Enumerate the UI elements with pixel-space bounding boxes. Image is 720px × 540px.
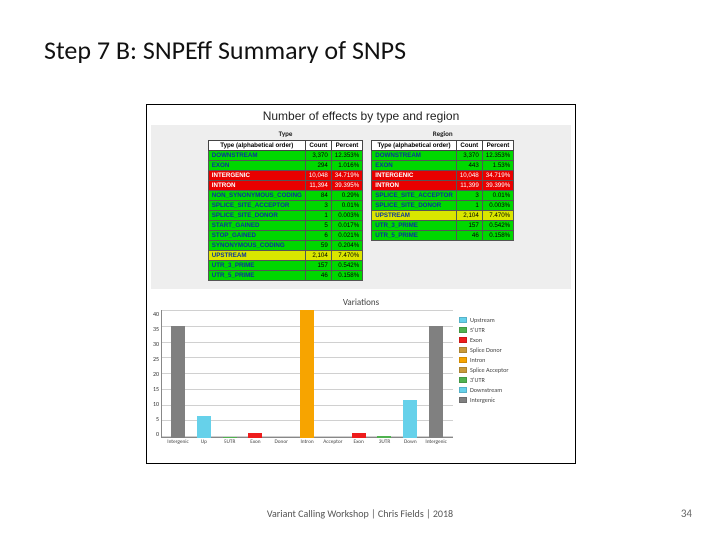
legend-label: Intron <box>470 356 485 364</box>
table-row: EXON2941.016% <box>208 161 362 171</box>
legend-item: Intron <box>459 356 569 364</box>
chart-bar <box>352 433 366 438</box>
plot-area: IntergenicUp5UTRExonDonorIntronAcceptorE… <box>161 310 453 450</box>
bars <box>165 310 449 438</box>
snpeff-panel: Number of effects by type and region Typ… <box>146 104 576 464</box>
table-row: UPSTREAM2,1047.470% <box>208 251 362 261</box>
legend-label: Downstream <box>470 386 502 394</box>
legend-swatch <box>459 377 467 383</box>
table-row: INTRON11,39939.399% <box>372 181 514 191</box>
column-header: Percent <box>331 141 362 151</box>
table-row: UPSTREAM2,1047.470% <box>372 211 514 221</box>
type-table: Type (alphabetical order)CountPercentDOW… <box>208 140 363 281</box>
column-header: Count <box>456 141 482 151</box>
table-row: START_GAINED50.017% <box>208 221 362 231</box>
table-row: NON_SYNONYMOUS_CODING840.29% <box>208 191 362 201</box>
slide-footer: Variant Calling Workshop | Chris Fields … <box>0 507 720 520</box>
chart-bar <box>248 433 262 438</box>
legend-label: Exon <box>470 336 482 344</box>
tables-panel: Type Type (alphabetical order)CountPerce… <box>151 125 571 289</box>
x-axis-labels: IntergenicUp5UTRExonDonorIntronAcceptorE… <box>165 439 449 450</box>
type-column-caption: Type <box>208 129 363 140</box>
table-row: UTR_5_PRIME460.158% <box>208 271 362 281</box>
table-row: STOP_GAINED60.021% <box>208 231 362 241</box>
type-table-wrapper: Type Type (alphabetical order)CountPerce… <box>208 129 363 281</box>
column-header: Count <box>305 141 331 151</box>
legend-item: Downstream <box>459 386 569 394</box>
chart-legend: Upstream 5'UTR Exon Splice Donor Intron Splic… <box>453 310 569 450</box>
table-row: INTERGENIC10,04834.719% <box>372 171 514 181</box>
region-table: Type (alphabetical order)CountPercentDOW… <box>371 140 514 241</box>
legend-label: Splice Acceptor <box>470 366 509 374</box>
region-table-wrapper: Region Type (alphabetical order)CountPer… <box>371 129 514 281</box>
legend-swatch <box>459 367 467 373</box>
legend-swatch <box>459 337 467 343</box>
chart-bar <box>300 310 314 438</box>
table-row: SPLICE_SITE_DONOR10.003% <box>208 211 362 221</box>
table-row: INTERGENIC10,04834.719% <box>208 171 362 181</box>
page-number: 34 <box>681 507 692 520</box>
slide-title: Step 7 B: SNPEff Summary of SNPS <box>44 34 406 66</box>
chart-bar <box>403 400 417 438</box>
table-row: INTRON11,39439.395% <box>208 181 362 191</box>
chart-panel: Variations 4035302520151050 IntergenicUp… <box>151 297 571 450</box>
table-row: DOWNSTREAM3,37012.353% <box>372 151 514 161</box>
legend-item: Intergenic <box>459 396 569 404</box>
table-row: SPLICE_SITE_ACCEPTOR30.01% <box>372 191 514 201</box>
legend-swatch <box>459 397 467 403</box>
chart-title: Variations <box>151 297 571 310</box>
y-axis: 4035302520151050 <box>153 310 161 450</box>
table-row: EXON4431.53% <box>372 161 514 171</box>
legend-item: Exon <box>459 336 569 344</box>
legend-label: Intergenic <box>470 396 495 404</box>
chart-body: 4035302520151050 IntergenicUp5UTRExonDon… <box>151 310 571 450</box>
chart-bar <box>429 326 443 438</box>
table-row: SYNONYMOUS_CODING590.204% <box>208 241 362 251</box>
chart-plot: 4035302520151050 IntergenicUp5UTRExonDon… <box>153 310 453 450</box>
region-column-caption: Region <box>371 129 514 140</box>
column-header: Type (alphabetical order) <box>372 141 457 151</box>
panel-title: Number of effects by type and region <box>147 105 575 125</box>
table-row: UTR_5_PRIME460.158% <box>372 231 514 241</box>
legend-item: Upstream <box>459 316 569 324</box>
table-row: UTR_3_PRIME1570.542% <box>372 221 514 231</box>
legend-label: Splice Donor <box>470 346 502 354</box>
chart-bar <box>197 416 211 438</box>
chart-bar <box>171 326 185 438</box>
table-row: UTR_3_PRIME1570.542% <box>208 261 362 271</box>
table-row: DOWNSTREAM3,37012.353% <box>208 151 362 161</box>
legend-swatch <box>459 317 467 323</box>
legend-label: 3'UTR <box>470 376 485 384</box>
legend-item: 3'UTR <box>459 376 569 384</box>
legend-label: Upstream <box>470 316 495 324</box>
table-row: SPLICE_SITE_DONOR10.003% <box>372 201 514 211</box>
column-header: Percent <box>482 141 513 151</box>
chart-bar <box>377 436 391 438</box>
legend-swatch <box>459 387 467 393</box>
chart-bar <box>223 437 237 438</box>
legend-item: Splice Acceptor <box>459 366 569 374</box>
legend-swatch <box>459 327 467 333</box>
legend-label: 5'UTR <box>470 326 485 334</box>
table-row: SPLICE_SITE_ACCEPTOR30.01% <box>208 201 362 211</box>
legend-swatch <box>459 347 467 353</box>
column-header: Type (alphabetical order) <box>208 141 305 151</box>
legend-item: 5'UTR <box>459 326 569 334</box>
legend-item: Splice Donor <box>459 346 569 354</box>
legend-swatch <box>459 357 467 363</box>
